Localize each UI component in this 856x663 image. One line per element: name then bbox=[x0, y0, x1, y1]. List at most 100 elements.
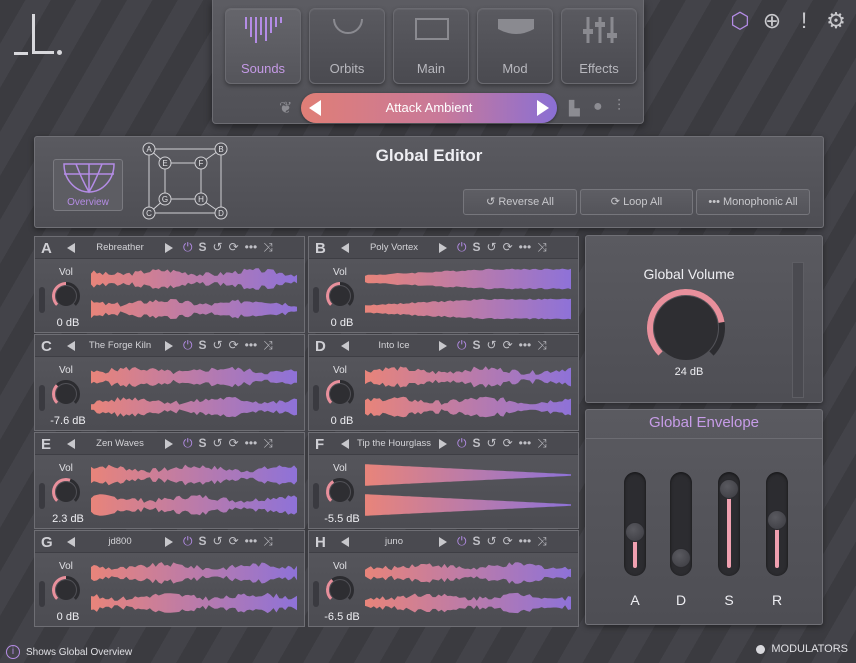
loop-icon[interactable]: ⟳ bbox=[503, 338, 513, 353]
mixer-icon[interactable]: ⫶ bbox=[617, 98, 621, 116]
slot-fader[interactable] bbox=[39, 287, 45, 313]
solo-button[interactable]: S bbox=[199, 534, 207, 549]
power-icon[interactable]: ⏻ bbox=[457, 436, 467, 451]
slot-play-button[interactable] bbox=[439, 341, 447, 351]
reverse-icon[interactable]: ↺ bbox=[487, 436, 497, 451]
gear-icon[interactable]: ⚙ bbox=[824, 8, 848, 34]
shuffle-icon[interactable]: ⤨ bbox=[263, 436, 273, 451]
slider-thumb[interactable] bbox=[767, 509, 787, 530]
solo-button[interactable]: S bbox=[473, 436, 481, 451]
shuffle-icon[interactable]: ⤨ bbox=[537, 338, 547, 353]
envelope-slider-r[interactable] bbox=[766, 472, 788, 576]
tab-main[interactable]: Main bbox=[393, 8, 469, 84]
slot-waveform[interactable] bbox=[365, 557, 571, 619]
more-dots-icon[interactable]: ••• bbox=[519, 436, 532, 451]
slot-fader[interactable] bbox=[313, 581, 319, 607]
slot-fader[interactable] bbox=[39, 483, 45, 509]
solo-button[interactable]: S bbox=[473, 338, 481, 353]
shuffle-icon[interactable]: ⤨ bbox=[537, 534, 547, 549]
slot-play-button[interactable] bbox=[439, 439, 447, 449]
slot-prev-sound-button[interactable] bbox=[67, 341, 75, 351]
sound-slot-d[interactable]: D Into Ice ⏻ S ↺ ⟳ ••• ⤨ Vol 0 dB bbox=[308, 334, 579, 431]
tab-orbits[interactable]: Orbits bbox=[309, 8, 385, 84]
power-icon[interactable]: ⏻ bbox=[183, 338, 193, 353]
shuffle-icon[interactable]: ⤨ bbox=[537, 240, 547, 255]
slot-fader[interactable] bbox=[313, 287, 319, 313]
solo-button[interactable]: S bbox=[199, 338, 207, 353]
slot-waveform[interactable] bbox=[91, 263, 297, 325]
global-volume-knob[interactable] bbox=[646, 288, 726, 368]
solo-button[interactable]: S bbox=[199, 240, 207, 255]
slot-fader[interactable] bbox=[39, 385, 45, 411]
slot-sound-name[interactable]: Rebreather bbox=[77, 242, 163, 253]
sound-slot-f[interactable]: F Tip the Hourglass ⏻ S ↺ ⟳ ••• ⤨ Vol -5… bbox=[308, 432, 579, 529]
power-icon[interactable]: ⏻ bbox=[457, 534, 467, 549]
shuffle-icon[interactable]: ⤨ bbox=[263, 534, 273, 549]
preset-next-button[interactable] bbox=[537, 100, 549, 116]
power-icon[interactable]: ⏻ bbox=[183, 534, 193, 549]
sound-slot-c[interactable]: C The Forge Kiln ⏻ S ↺ ⟳ ••• ⤨ Vol -7.6 … bbox=[34, 334, 305, 431]
slot-volume-knob[interactable] bbox=[325, 379, 355, 409]
slot-volume-knob[interactable] bbox=[51, 281, 81, 311]
slot-prev-sound-button[interactable] bbox=[67, 243, 75, 253]
globe-icon[interactable]: ⊕ bbox=[760, 8, 784, 34]
monophonic-all-button[interactable]: ••• Monophonic All bbox=[696, 189, 810, 215]
loop-all-button[interactable]: ⟳ Loop All bbox=[580, 189, 693, 215]
loop-icon[interactable]: ⟳ bbox=[229, 338, 239, 353]
slot-sound-name[interactable]: Tip the Hourglass bbox=[351, 438, 437, 449]
loop-icon[interactable]: ⟳ bbox=[229, 240, 239, 255]
preset-selector[interactable]: Attack Ambient bbox=[301, 93, 557, 123]
slot-fader[interactable] bbox=[313, 483, 319, 509]
tab-mod[interactable]: Mod bbox=[477, 8, 553, 84]
reverse-icon[interactable]: ↺ bbox=[487, 338, 497, 353]
solo-button[interactable]: S bbox=[199, 436, 207, 451]
sound-slot-g[interactable]: G jd800 ⏻ S ↺ ⟳ ••• ⤨ Vol 0 dB bbox=[34, 530, 305, 627]
slot-waveform[interactable] bbox=[365, 459, 571, 521]
slot-sound-name[interactable]: jd800 bbox=[77, 536, 163, 547]
loop-icon[interactable]: ⟳ bbox=[229, 436, 239, 451]
more-dots-icon[interactable]: ••• bbox=[245, 436, 258, 451]
more-dots-icon[interactable]: ••• bbox=[245, 534, 258, 549]
slot-prev-sound-button[interactable] bbox=[341, 537, 349, 547]
slot-volume-knob[interactable] bbox=[325, 575, 355, 605]
loop-icon[interactable]: ⟳ bbox=[503, 240, 513, 255]
chart-icon[interactable]: ▙ bbox=[569, 100, 580, 117]
slot-sound-name[interactable]: The Forge Kiln bbox=[77, 340, 163, 351]
reverse-icon[interactable]: ↺ bbox=[487, 240, 497, 255]
slot-play-button[interactable] bbox=[439, 537, 447, 547]
solo-button[interactable]: S bbox=[473, 534, 481, 549]
power-icon[interactable]: ⏻ bbox=[183, 436, 193, 451]
reverse-icon[interactable]: ↺ bbox=[213, 338, 223, 353]
slot-waveform[interactable] bbox=[365, 263, 571, 325]
sound-slot-b[interactable]: B Poly Vortex ⏻ S ↺ ⟳ ••• ⤨ Vol 0 dB bbox=[308, 236, 579, 333]
reverse-icon[interactable]: ↺ bbox=[213, 240, 223, 255]
alert-icon[interactable]: ! bbox=[792, 8, 816, 34]
loop-icon[interactable]: ⟳ bbox=[229, 534, 239, 549]
loop-icon[interactable]: ⟳ bbox=[503, 436, 513, 451]
reverse-icon[interactable]: ↺ bbox=[213, 436, 223, 451]
slot-fader[interactable] bbox=[39, 581, 45, 607]
sound-slot-e[interactable]: E Zen Waves ⏻ S ↺ ⟳ ••• ⤨ Vol 2.3 dB bbox=[34, 432, 305, 529]
slider-thumb[interactable] bbox=[719, 478, 739, 499]
sound-slot-h[interactable]: H juno ⏻ S ↺ ⟳ ••• ⤨ Vol -6.5 dB bbox=[308, 530, 579, 627]
shuffle-icon[interactable]: ⤨ bbox=[263, 240, 273, 255]
solo-button[interactable]: S bbox=[473, 240, 481, 255]
slot-play-button[interactable] bbox=[165, 439, 173, 449]
envelope-slider-a[interactable] bbox=[624, 472, 646, 576]
envelope-slider-s[interactable] bbox=[718, 472, 740, 576]
power-icon[interactable]: ⏻ bbox=[457, 240, 467, 255]
more-dots-icon[interactable]: ••• bbox=[519, 338, 532, 353]
tab-sounds[interactable]: Sounds bbox=[225, 8, 301, 84]
slot-grid-diagram[interactable]: A B C D E F G H bbox=[141, 141, 229, 221]
shapes-icon[interactable]: ● bbox=[593, 98, 603, 116]
loop-icon[interactable]: ⟳ bbox=[503, 534, 513, 549]
slot-volume-knob[interactable] bbox=[325, 281, 355, 311]
slot-play-button[interactable] bbox=[165, 341, 173, 351]
more-dots-icon[interactable]: ••• bbox=[245, 240, 258, 255]
reverse-icon[interactable]: ↺ bbox=[213, 534, 223, 549]
slot-prev-sound-button[interactable] bbox=[67, 439, 75, 449]
sound-slot-a[interactable]: A Rebreather ⏻ S ↺ ⟳ ••• ⤨ Vol 0 dB bbox=[34, 236, 305, 333]
modulators-toggle[interactable]: MODULATORS bbox=[756, 643, 848, 655]
slot-sound-name[interactable]: Into Ice bbox=[351, 340, 437, 351]
slot-waveform[interactable] bbox=[91, 361, 297, 423]
